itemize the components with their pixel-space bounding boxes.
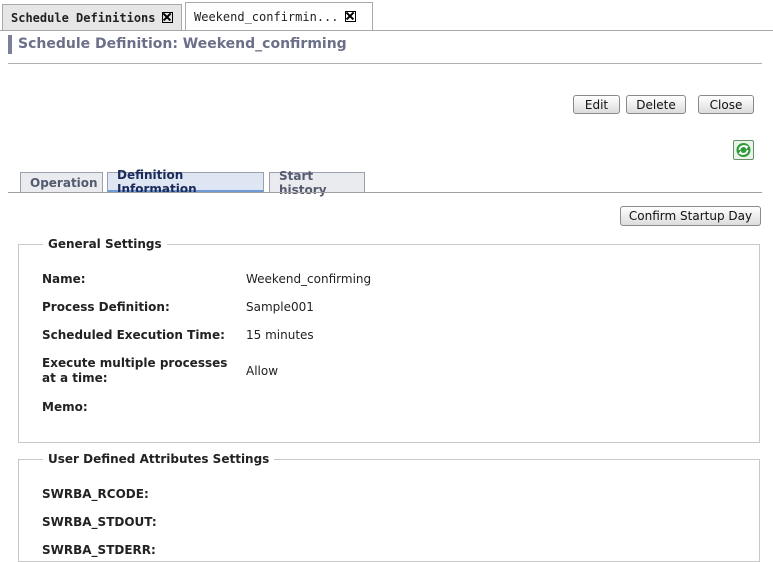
execute-multiple-value: Allow <box>246 364 279 378</box>
general-settings-legend: General Settings <box>48 237 162 251</box>
close-icon[interactable] <box>344 11 356 22</box>
process-definition-value: Sample001 <box>246 300 314 314</box>
name-value: Weekend_confirming <box>246 272 372 286</box>
tab-definition-information[interactable]: Definition Information <box>107 168 264 196</box>
scheduled-execution-time-value: 15 minutes <box>246 328 314 342</box>
close-button[interactable]: Close <box>698 95 754 114</box>
tab-divider <box>0 30 773 31</box>
swrba-stderr-label: SWRBA_STDERR: <box>42 543 156 557</box>
memo-label: Memo: <box>42 400 88 414</box>
scheduled-execution-time-label: Scheduled Execution Time: <box>42 328 225 342</box>
tab-divider <box>8 192 762 193</box>
name-label: Name: <box>42 272 86 286</box>
swrba-stdout-label: SWRBA_STDOUT: <box>42 515 157 529</box>
confirm-startup-day-button[interactable]: Confirm Startup Day <box>620 206 761 226</box>
tab-start-history[interactable]: Start history <box>269 169 365 197</box>
tab-label: Weekend_confirmin... <box>194 9 339 24</box>
refresh-icon[interactable] <box>733 140 754 160</box>
edit-button[interactable]: Edit <box>573 95 620 114</box>
swrba-rcode-label: SWRBA_RCODE: <box>42 487 149 501</box>
close-icon[interactable] <box>161 12 173 23</box>
tab-label: Schedule Definitions <box>11 10 156 25</box>
process-definition-label: Process Definition: <box>42 300 170 314</box>
tab-operation[interactable]: Operation <box>20 172 103 193</box>
page-title: Schedule Definition: Weekend_confirming <box>8 35 347 54</box>
execute-multiple-label: Execute multiple processes at a time: <box>42 356 228 385</box>
tab-weekend-confirming[interactable]: Weekend_confirmin... <box>185 2 373 30</box>
delete-button[interactable]: Delete <box>626 95 686 114</box>
user-attributes-legend: User Defined Attributes Settings <box>48 452 270 466</box>
tab-schedule-definitions[interactable]: Schedule Definitions <box>2 4 182 30</box>
title-divider <box>8 63 762 64</box>
